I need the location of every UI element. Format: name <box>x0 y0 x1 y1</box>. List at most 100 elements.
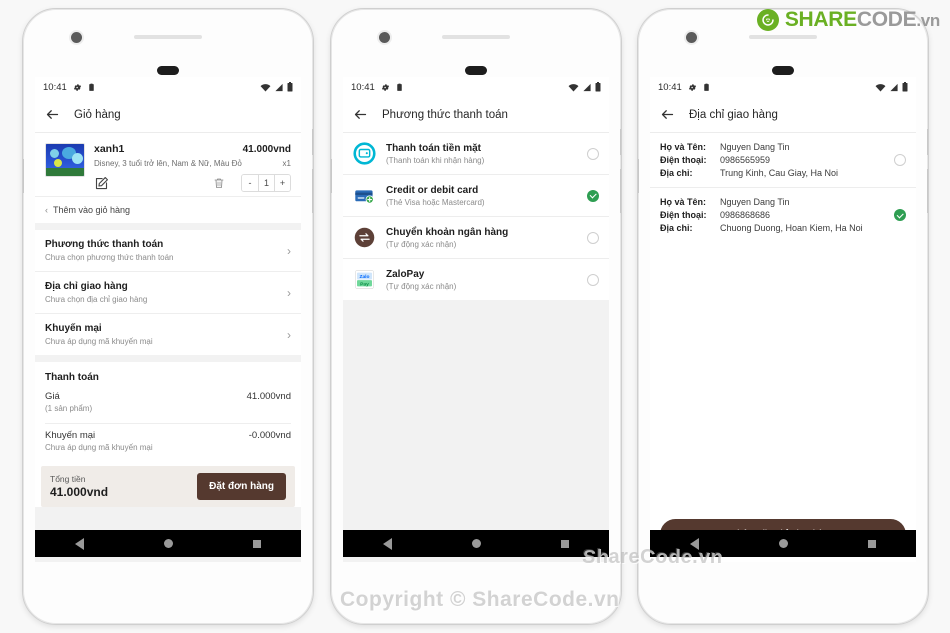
payment-method-text: Chuyển khoản ngân hàng (Tự động xác nhận… <box>386 227 577 249</box>
gear-icon <box>381 83 389 91</box>
status-left-icons <box>73 83 96 92</box>
payment-method-subtitle: (Tự động xác nhận) <box>386 239 457 249</box>
phone-frame-address: 10:41 Địa chỉ giao hàng Họ và Tên: Nguye… <box>637 8 929 625</box>
address-row[interactable]: Họ và Tên: Nguyen Dang Tin Điện thoại: 0… <box>650 187 916 242</box>
android-navbar <box>650 530 916 557</box>
clipboard-icon <box>89 83 94 91</box>
left-side-button[interactable] <box>638 159 639 193</box>
appbar-payment: Phương thức thanh toán <box>343 97 609 133</box>
payment-method-bank-transfer[interactable]: Chuyển khoản ngân hàng (Tự động xác nhận… <box>343 216 609 258</box>
volume-button[interactable] <box>927 169 928 213</box>
total-bar: Tổng tiền 41.000vnd Đặt đơn hàng <box>41 466 295 507</box>
status-left-icons <box>381 83 404 92</box>
sharecode-logo: SHARECODE.vn <box>756 8 940 32</box>
nav-home-icon[interactable] <box>779 539 788 548</box>
power-button[interactable] <box>927 129 928 155</box>
summary-price-label: Giá <box>45 391 60 402</box>
sensor-pill <box>465 66 487 75</box>
nav-recents-icon[interactable] <box>868 539 876 548</box>
payment-method-subtitle: (Thanh toán khi nhận hàng) <box>386 155 485 165</box>
quantity-decrease-button[interactable]: - <box>242 175 258 191</box>
option-shipping-address[interactable]: Địa chỉ giao hàng Chưa chọn địa chỉ giao… <box>35 271 301 313</box>
payment-method-cash[interactable]: Thanh toán tiền mặt (Thanh toán khi nhận… <box>343 133 609 174</box>
address-row[interactable]: Họ và Tên: Nguyen Dang Tin Điện thoại: 0… <box>650 133 916 187</box>
nav-back-icon[interactable] <box>383 537 392 550</box>
back-arrow-icon[interactable] <box>660 107 675 122</box>
volume-button[interactable] <box>620 169 621 213</box>
power-button[interactable] <box>312 129 313 155</box>
page-title: Địa chỉ giao hàng <box>689 108 778 121</box>
appbar-cart: Giỏ hàng <box>35 97 301 133</box>
option-promotion[interactable]: Khuyến mại Chưa áp dụng mã khuyến mại › <box>35 313 301 355</box>
summary-promo-note: Chưa áp dụng mã khuyến mại <box>45 443 153 452</box>
option-title: Phương thức thanh toán <box>45 239 164 250</box>
logo-share: SHARE <box>784 8 857 31</box>
address-name-value: Nguyen Dang Tin <box>720 142 790 152</box>
product-name: xanh1 <box>94 143 125 155</box>
product-description: Disney, 3 tuổi trở lên, Nam & Nữ, Màu Đỏ <box>94 159 242 168</box>
cart-item-row[interactable]: xanh1 41.000vnd Disney, 3 tuổi trở lên, … <box>35 133 301 196</box>
back-arrow-icon[interactable] <box>353 107 368 122</box>
signal-icon <box>583 83 591 91</box>
address-address-label: Địa chỉ: <box>660 223 693 233</box>
status-bar: 10:41 <box>35 77 301 97</box>
volume-button[interactable] <box>312 169 313 213</box>
svg-text:Zalo: Zalo <box>359 274 369 280</box>
payment-method-subtitle: (Thẻ Visa hoặc Mastercard) <box>386 197 485 207</box>
address-body: Họ và Tên: Nguyen Dang Tin Điện thoại: 0… <box>650 133 916 562</box>
payment-method-radio[interactable] <box>587 147 599 160</box>
quantity-value: 1 <box>258 175 274 191</box>
sensor-pill <box>157 66 179 75</box>
bank-transfer-icon <box>354 227 375 248</box>
screenshot-stage: SHARECODE.vn 10:41 Giỏ hàng xanh1 41.000… <box>0 0 950 633</box>
payment-method-radio-selected[interactable] <box>587 189 599 202</box>
address-radio[interactable] <box>894 154 906 166</box>
payment-method-subtitle: (Tự động xác nhận) <box>386 281 457 291</box>
address-address-value: Trung Kinh, Cau Giay, Ha Noi <box>720 168 839 178</box>
option-payment-method[interactable]: Phương thức thanh toán Chưa chọn phương … <box>35 230 301 271</box>
total-label: Tổng tiền <box>50 474 86 484</box>
summary-price-note: (1 sản phẩm) <box>45 404 93 413</box>
page-title: Giỏ hàng <box>74 108 121 121</box>
payment-method-radio[interactable] <box>587 273 599 286</box>
address-name-label: Họ và Tên: <box>660 142 707 152</box>
back-arrow-icon[interactable] <box>45 107 60 122</box>
quantity-stepper[interactable]: - 1 + <box>241 174 291 192</box>
clipboard-icon <box>397 83 402 91</box>
delete-icon[interactable] <box>213 176 225 190</box>
cart-item-details: xanh1 41.000vnd Disney, 3 tuổi trở lên, … <box>94 143 291 192</box>
add-to-cart-link[interactable]: ‹ Thêm vào giỏ hàng <box>35 196 301 223</box>
payment-method-zalopay[interactable]: Zalo Pay ZaloPay (Tự động xác nhận) <box>343 258 609 300</box>
place-order-button[interactable]: Đặt đơn hàng <box>197 473 286 500</box>
logo-vn: .vn <box>916 11 940 30</box>
clipboard-icon <box>704 83 709 91</box>
status-time: 10:41 <box>43 81 67 93</box>
payment-method-radio[interactable] <box>587 231 599 244</box>
android-navbar <box>35 530 301 557</box>
nav-home-icon[interactable] <box>164 539 173 548</box>
address-phone-value: 0986868686 <box>720 210 771 220</box>
left-side-button[interactable] <box>23 159 24 193</box>
status-bar: 10:41 <box>343 77 609 97</box>
quantity-increase-button[interactable]: + <box>274 175 290 191</box>
battery-icon <box>902 82 908 92</box>
nav-back-icon[interactable] <box>690 537 699 550</box>
phone-frame-payment: 10:41 Phương thức thanh toán Thanh toán … <box>330 8 622 625</box>
payment-method-title: Thanh toán tiền mặt <box>386 142 481 154</box>
phone-frame-cart: 10:41 Giỏ hàng xanh1 41.000vnd Disney, 3… <box>22 8 314 625</box>
nav-recents-icon[interactable] <box>253 539 261 548</box>
payment-method-title: Chuyển khoản ngân hàng <box>386 226 509 238</box>
nav-back-icon[interactable] <box>75 537 84 550</box>
payment-method-card[interactable]: Credit or debit card (Thẻ Visa hoặc Mast… <box>343 174 609 216</box>
edit-icon[interactable] <box>94 176 109 191</box>
address-radio-selected[interactable] <box>894 209 906 221</box>
left-side-button[interactable] <box>331 159 332 193</box>
nav-home-icon[interactable] <box>472 539 481 548</box>
nav-recents-icon[interactable] <box>561 539 569 548</box>
product-thumbnail[interactable] <box>45 143 85 177</box>
address-fields: Họ và Tên: Nguyen Dang Tin Điện thoại: 0… <box>660 197 894 233</box>
power-button[interactable] <box>620 129 621 155</box>
signal-icon <box>890 83 898 91</box>
checkout-options-card: Phương thức thanh toán Chưa chọn phương … <box>35 230 301 355</box>
status-time: 10:41 <box>658 81 682 93</box>
